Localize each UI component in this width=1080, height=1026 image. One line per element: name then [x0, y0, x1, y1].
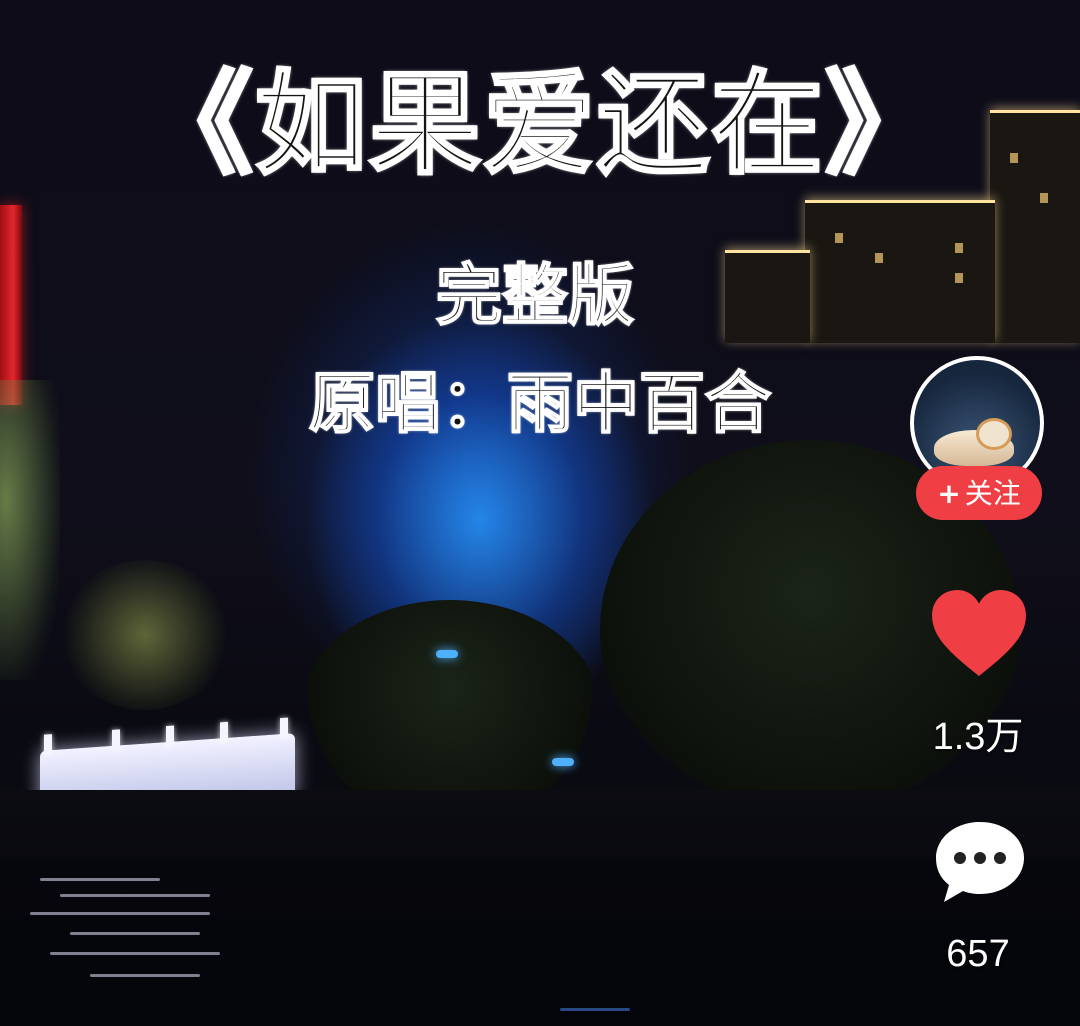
comment-count: 657 — [946, 933, 1010, 975]
follow-label: 关注 — [964, 477, 1021, 510]
blue-lamp-left — [436, 650, 458, 658]
tree-lit-left — [60, 560, 230, 710]
video-frame[interactable]: 《如果爱还在》 完整版 原唱：雨中百合 + 关注 1.3万 657 — [0, 0, 1080, 1026]
shore — [0, 790, 1080, 870]
blue-lamp-right — [552, 758, 574, 766]
heart-icon[interactable] — [930, 588, 1028, 678]
like-count: 1.3万 — [932, 716, 1024, 758]
video-title: 《如果爱还在》 — [140, 58, 939, 192]
follow-button[interactable]: + 关注 — [916, 466, 1042, 520]
tree-dark-center — [300, 600, 600, 820]
video-subtitle-edition: 完整版 — [435, 256, 635, 335]
chat-bubble-icon[interactable] — [932, 818, 1028, 906]
avatar-bun — [976, 418, 1012, 450]
plus-icon: + — [937, 477, 961, 510]
